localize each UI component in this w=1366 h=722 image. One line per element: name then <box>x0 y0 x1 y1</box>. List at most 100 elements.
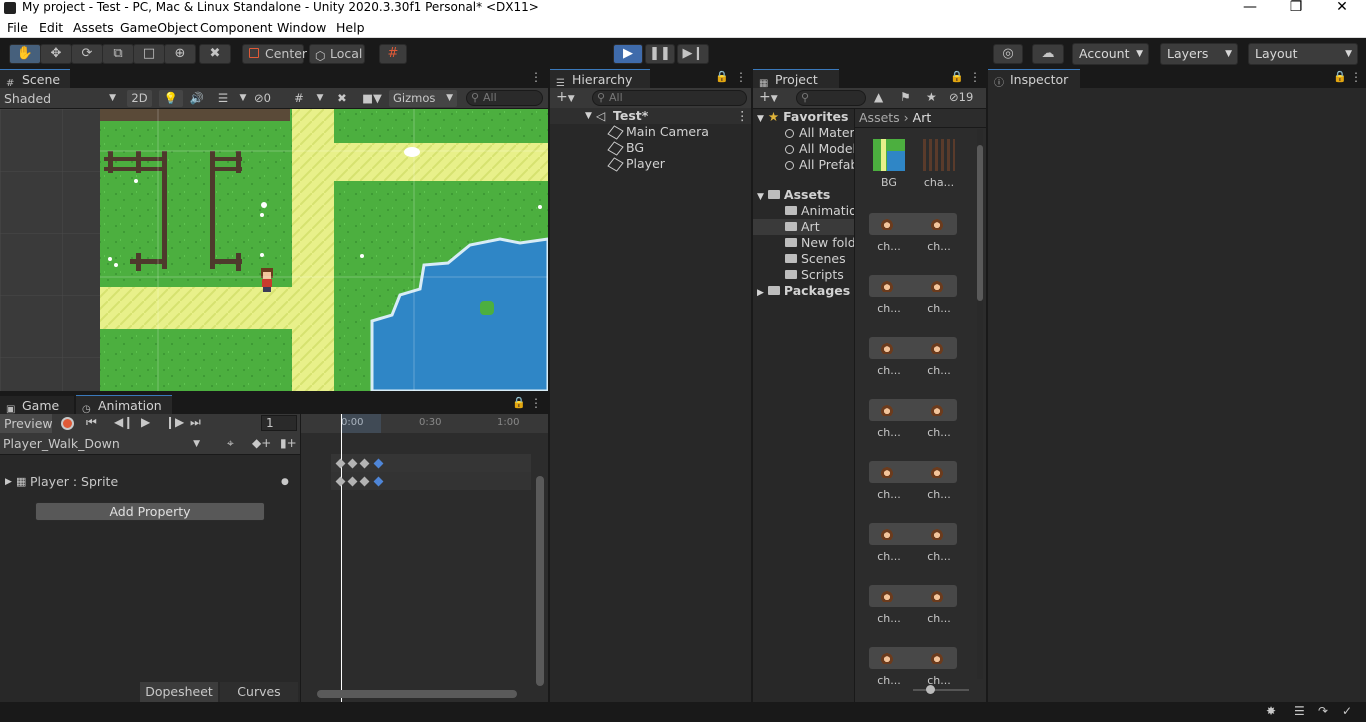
scene-search-input[interactable]: ⚲ All <box>466 90 543 106</box>
tab-scene[interactable]: # Scene <box>0 69 70 89</box>
scene-menu-icon[interactable]: ⋮ <box>530 70 542 84</box>
hierarchy-menu-icon[interactable]: ⋮ <box>735 70 747 84</box>
rotate-tool-icon[interactable]: ⟳ <box>71 44 103 64</box>
account-dropdown[interactable]: Account ▼ <box>1072 43 1149 65</box>
preview-toggle[interactable]: Preview <box>0 414 53 433</box>
sprite-asset-label[interactable]: ch... <box>867 302 911 315</box>
menu-assets[interactable]: Assets <box>73 19 114 36</box>
vertical-scrollbar[interactable] <box>536 476 544 686</box>
progress-icon[interactable]: ↷ <box>1318 704 1328 718</box>
add-icon[interactable]: +▼ <box>556 89 575 105</box>
scene-visibility-toggle[interactable]: ⊘0 <box>254 90 284 107</box>
add-property-button[interactable]: Add Property <box>35 502 265 521</box>
breadcrumb-art[interactable]: Art <box>913 110 932 125</box>
add-event-icon[interactable]: ◆+ <box>252 436 271 450</box>
lighting-icon[interactable]: 💡 <box>159 90 183 107</box>
zoom-slider-track[interactable] <box>913 689 969 691</box>
shading-mode-dropdown[interactable]: Shaded ▼ <box>4 90 118 107</box>
asset-bg[interactable]: BG <box>867 139 911 189</box>
lock-icon[interactable]: 🔒 <box>512 396 526 409</box>
lock-icon[interactable]: 🔒 <box>1333 70 1347 83</box>
sprite-asset-label[interactable]: ch... <box>867 674 911 687</box>
sprite-asset-label[interactable]: ch... <box>867 488 911 501</box>
minimize-button[interactable]: — <box>1227 0 1273 18</box>
folder-item[interactable]: New folde <box>785 235 863 251</box>
dopesheet-tab[interactable]: Dopesheet <box>140 682 218 702</box>
chevron-down-icon[interactable]: ▼ <box>236 90 250 107</box>
sprite-asset-label[interactable]: ch... <box>867 240 911 253</box>
assets-header[interactable]: ▼ Assets <box>757 187 830 203</box>
curves-tab[interactable]: Curves <box>220 682 298 702</box>
hierarchy-search-input[interactable]: ⚲ All <box>592 90 747 106</box>
sprite-asset-label[interactable]: ch... <box>917 302 961 315</box>
space-local-toggle[interactable]: ⬡ Local <box>309 44 365 64</box>
timeline-ruler[interactable]: 0:00 0:30 1:00 <box>301 414 548 433</box>
sprite-asset-label[interactable]: ch... <box>917 550 961 563</box>
sprite-asset-label[interactable]: ch... <box>917 364 961 377</box>
clip-dropdown[interactable]: Player_Walk_Down ▼ <box>0 433 206 455</box>
sprite-asset-label[interactable]: ch... <box>917 488 961 501</box>
tab-inspector[interactable]: ⓘ Inspector <box>988 69 1080 89</box>
menu-window[interactable]: Window <box>277 19 326 36</box>
bug-icon[interactable]: ✸ <box>1266 704 1276 718</box>
menu-edit[interactable]: Edit <box>39 19 63 36</box>
pause-button[interactable]: ❚❚ <box>645 44 675 64</box>
hidden-packages-toggle[interactable]: ⊘19 <box>949 90 973 104</box>
frame-input[interactable]: 1 <box>261 415 297 431</box>
add-keyframe-icon[interactable]: ⌖ <box>227 436 234 451</box>
last-key-icon[interactable]: ⏭ <box>190 415 201 430</box>
next-key-icon[interactable]: ❙▶ <box>165 415 184 429</box>
camera-icon[interactable]: ■▼ <box>357 90 387 107</box>
effects-icon[interactable]: ☰ <box>212 90 234 107</box>
sprite-asset-label[interactable]: ch... <box>917 426 961 439</box>
layers-dropdown[interactable]: Layers ▼ <box>1160 43 1238 65</box>
menu-gameobject[interactable]: GameObject <box>120 19 198 36</box>
hierarchy-item[interactable]: Player <box>607 156 665 172</box>
hierarchy-item[interactable]: Main Camera <box>607 124 709 140</box>
custom-tool-icon[interactable]: ✖ <box>199 44 231 64</box>
folder-item[interactable]: Scripts <box>785 267 844 283</box>
favorites-header[interactable]: ▼ ★ Favorites <box>757 109 848 125</box>
sprite-asset-label[interactable]: ch... <box>867 364 911 377</box>
record-button[interactable] <box>61 417 74 430</box>
tab-animation[interactable]: ◷ Animation <box>76 395 172 415</box>
asset-character-sheet[interactable]: cha... <box>917 139 961 189</box>
tab-project[interactable]: ▦ Project <box>753 69 839 89</box>
favorite-item[interactable]: All Materi <box>785 125 858 141</box>
sprite-asset-label[interactable]: ch... <box>867 612 911 625</box>
favorite-star-icon[interactable]: ★ <box>926 90 937 104</box>
inspector-menu-icon[interactable]: ⋮ <box>1350 70 1362 84</box>
step-button[interactable]: ▶❙ <box>677 44 709 64</box>
tools-icon[interactable]: ✖ <box>332 90 352 107</box>
sprite-asset-label[interactable]: ch... <box>917 240 961 253</box>
gizmos-dropdown[interactable]: Gizmos ▼ <box>389 90 457 107</box>
move-tool-icon[interactable]: ✥ <box>40 44 72 64</box>
animation-menu-icon[interactable]: ⋮ <box>530 396 542 410</box>
layers-stack-icon[interactable]: ☰ <box>1294 704 1305 718</box>
tab-game[interactable]: ▣ Game <box>0 395 74 415</box>
collab-icon[interactable]: ◎ <box>993 44 1023 64</box>
add-icon[interactable]: +▼ <box>759 89 778 105</box>
grid-visibility-icon[interactable]: # <box>289 90 309 107</box>
hierarchy-scene-row[interactable]: ▼ ◁ Test* ⋮ <box>550 108 751 124</box>
check-icon[interactable]: ✓ <box>1342 704 1352 718</box>
breadcrumb-assets[interactable]: Assets <box>859 110 900 125</box>
packages-header[interactable]: ▶ Packages <box>757 283 850 299</box>
menu-file[interactable]: File <box>7 19 28 36</box>
menu-help[interactable]: Help <box>336 19 365 36</box>
project-search-input[interactable]: ⚲ <box>796 90 866 106</box>
sprite-asset-label[interactable]: ch... <box>917 612 961 625</box>
previous-key-icon[interactable]: ◀❙ <box>114 415 133 429</box>
menu-component[interactable]: Component <box>200 19 273 36</box>
layout-dropdown[interactable]: Layout ▼ <box>1248 43 1358 65</box>
play-button[interactable]: ▶ <box>613 44 643 64</box>
horizontal-scrollbar[interactable] <box>317 690 517 698</box>
favorite-item[interactable]: All Prefab <box>785 157 858 173</box>
chevron-down-icon[interactable]: ▼ <box>313 90 327 107</box>
project-menu-icon[interactable]: ⋮ <box>969 70 981 84</box>
playhead-line[interactable] <box>341 414 342 702</box>
tab-hierarchy[interactable]: ☰ Hierarchy <box>550 69 650 89</box>
close-button[interactable]: ✕ <box>1319 0 1365 18</box>
sprite-asset-label[interactable]: ch... <box>917 674 961 687</box>
dopesheet-area[interactable]: 0:00 0:30 1:00 <box>301 414 548 702</box>
